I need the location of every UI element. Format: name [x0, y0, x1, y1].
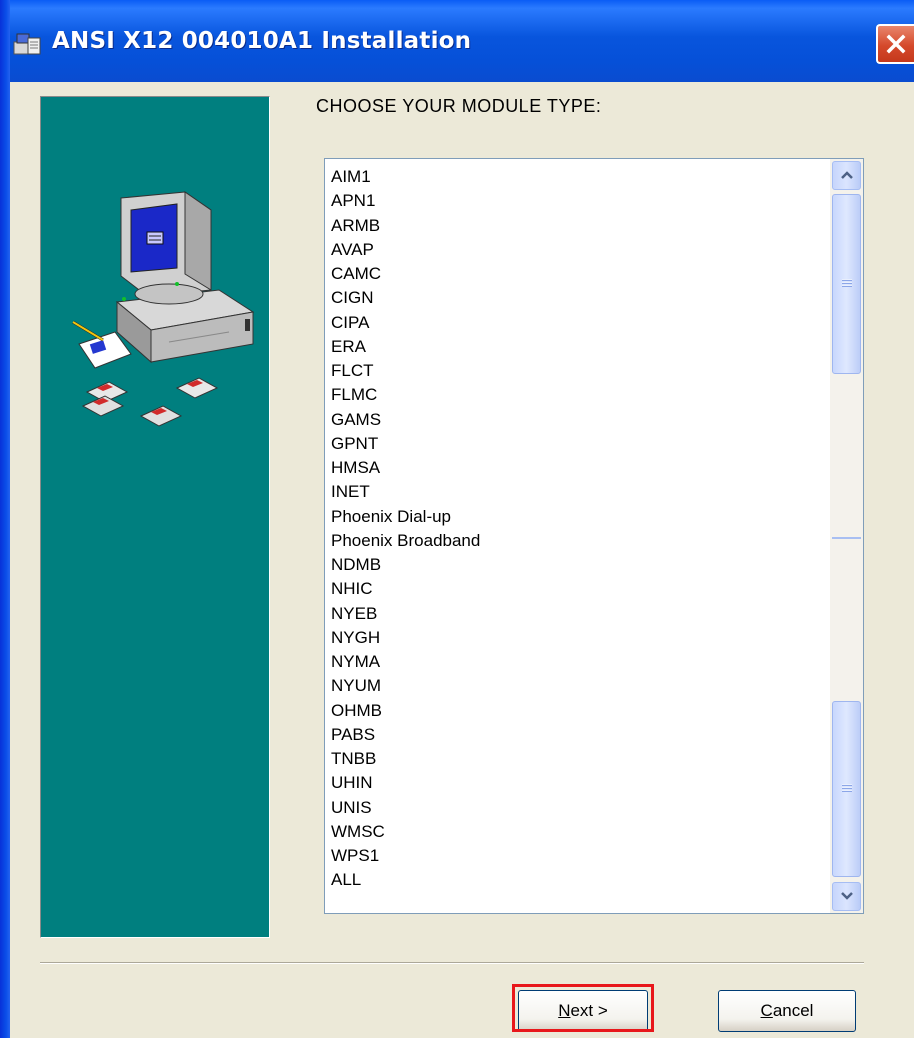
module-list-item[interactable]: HMSA: [331, 456, 827, 480]
installer-window: ANSI X12 004010A1 Installation CHOOSE YO…: [0, 0, 914, 1038]
module-list-item[interactable]: CAMC: [331, 262, 827, 286]
listbox-scrollbar[interactable]: [830, 159, 863, 913]
module-list-item[interactable]: NDMB: [331, 553, 827, 577]
module-list-item[interactable]: ERA: [331, 335, 827, 359]
module-list-item[interactable]: NYEB: [331, 602, 827, 626]
module-list-item[interactable]: ARMB: [331, 214, 827, 238]
button-divider: [40, 962, 864, 964]
module-list-item[interactable]: CIGN: [331, 286, 827, 310]
module-list-item[interactable]: APN1: [331, 189, 827, 213]
scroll-down-button[interactable]: [832, 882, 861, 911]
banner-panel: [40, 96, 270, 938]
grip-icon-lower: [842, 784, 852, 793]
module-list-item[interactable]: WMSC: [331, 820, 827, 844]
next-button[interactable]: Next >: [518, 990, 648, 1032]
chevron-up-icon: [841, 171, 853, 179]
next-mnemonic: N: [558, 1001, 571, 1020]
module-list-item[interactable]: ALL: [331, 868, 827, 892]
module-list-item[interactable]: FLCT: [331, 359, 827, 383]
window-title: ANSI X12 004010A1 Installation: [52, 28, 472, 54]
scroll-up-button[interactable]: [832, 161, 861, 190]
module-list-item[interactable]: NYMA: [331, 650, 827, 674]
close-button[interactable]: [876, 24, 914, 64]
module-list-items: AIM1 APN1 ARMB AVAP CAMC CIGN CIPA ERA FLCT FLMC G…: [331, 165, 827, 893]
module-list-item[interactable]: NHIC: [331, 577, 827, 601]
computer-setup-illustration: [72, 191, 255, 427]
installer-icon: [13, 33, 41, 55]
module-type-prompt: CHOOSE YOUR MODULE TYPE:: [316, 96, 602, 116]
chevron-down-icon: [841, 892, 853, 900]
cancel-button-label: ancel: [772, 1001, 814, 1020]
module-type-listbox[interactable]: AIM1 APN1 ARMB AVAP CAMC CIGN CIPA ERA FLCT FLMC G…: [324, 158, 864, 914]
module-list-item[interactable]: CIPA: [331, 311, 827, 335]
module-list-item[interactable]: GAMS: [331, 408, 827, 432]
module-list-item[interactable]: NYGH: [331, 626, 827, 650]
module-list-item[interactable]: Phoenix Broadband: [331, 529, 827, 553]
next-button-label: ext >: [570, 1001, 608, 1020]
module-list-item[interactable]: GPNT: [331, 432, 827, 456]
cancel-button[interactable]: Cancel: [718, 990, 856, 1032]
module-list-item[interactable]: PABS: [331, 723, 827, 747]
module-list-item[interactable]: UHIN: [331, 771, 827, 795]
title-bar[interactable]: ANSI X12 004010A1 Installation: [0, 0, 914, 82]
scroll-thumb-lower[interactable]: [832, 701, 861, 877]
module-list-item[interactable]: OHMB: [331, 699, 827, 723]
grip-icon: [842, 279, 852, 288]
module-list-item[interactable]: NYUM: [331, 674, 827, 698]
scroll-track-marker: [832, 537, 861, 539]
module-list-item[interactable]: TNBB: [331, 747, 827, 771]
module-list-item[interactable]: FLMC: [331, 383, 827, 407]
module-list-item[interactable]: Phoenix Dial-up: [331, 505, 827, 529]
cancel-mnemonic: C: [760, 1001, 773, 1020]
module-list-item[interactable]: INET: [331, 480, 827, 504]
scroll-thumb[interactable]: [832, 194, 861, 374]
window-frame-left: [0, 0, 10, 1038]
module-list-item[interactable]: AIM1: [331, 165, 827, 189]
close-icon: [886, 34, 906, 54]
module-list-item[interactable]: AVAP: [331, 238, 827, 262]
module-list-item[interactable]: UNIS: [331, 796, 827, 820]
module-list-item[interactable]: WPS1: [331, 844, 827, 868]
